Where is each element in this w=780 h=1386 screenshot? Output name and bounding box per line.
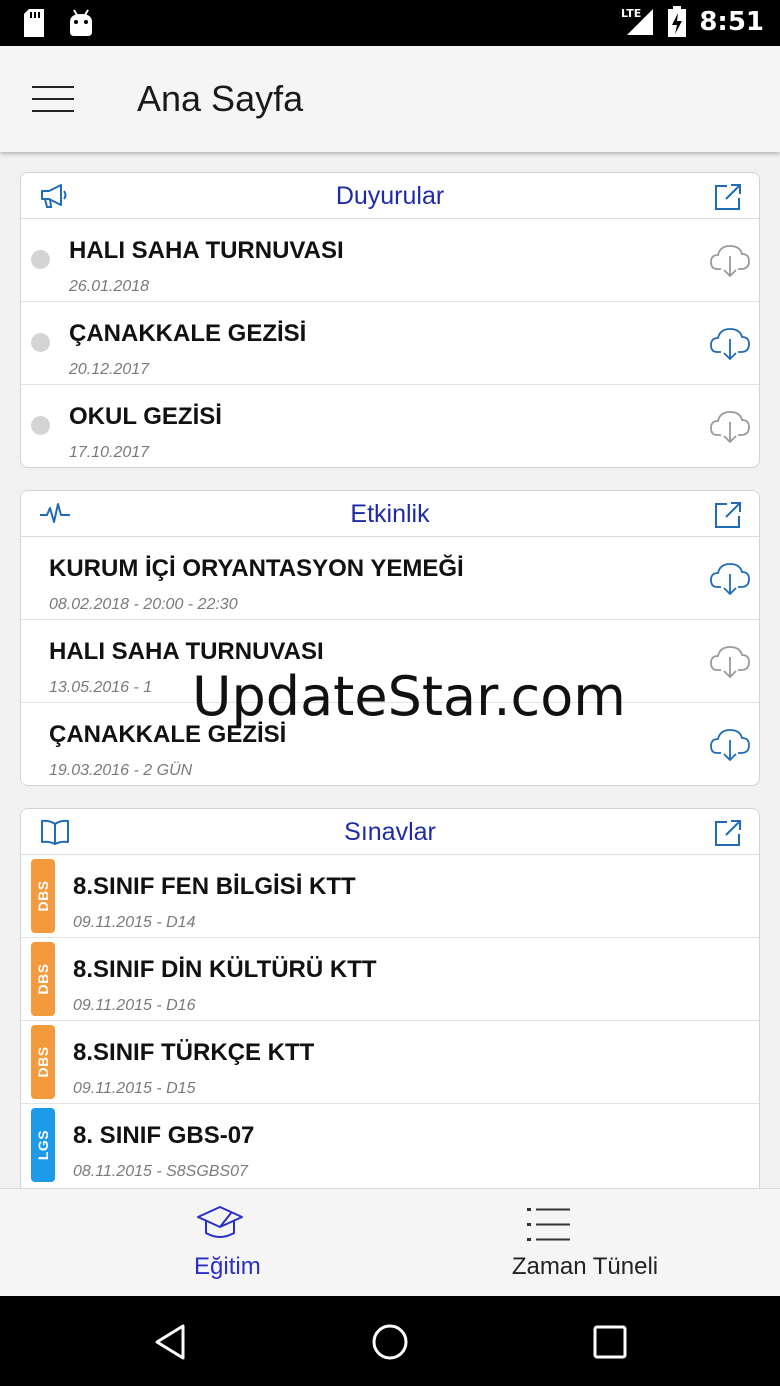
list-item[interactable]: HALI SAHA TURNUVASI 13.05.2016 - 1 (21, 620, 759, 703)
open-external-icon[interactable] (713, 818, 743, 848)
card-title: Etkinlik (350, 500, 430, 528)
item-title: 8.SINIF DİN KÜLTÜRÜ KTT (73, 956, 377, 983)
bottom-navigation: Eğitim Zaman Tüneli (0, 1188, 780, 1296)
list-item[interactable]: LGS 8. SINIF GBS-07 08.11.2015 - S8SGBS0… (21, 1104, 759, 1187)
android-icon (70, 9, 92, 36)
card-sinavlar: Sınavlar DBS 8.SINIF FEN BİLGİSİ KTT 09.… (20, 808, 760, 1188)
item-date: 19.03.2016 - 2 GÜN (49, 762, 193, 779)
list-item[interactable]: OKUL GEZİSİ 17.10.2017 (21, 385, 759, 467)
list-item[interactable]: DBS 8.SINIF FEN BİLGİSİ KTT 09.11.2015 -… (21, 855, 759, 938)
item-title: ÇANAKKALE GEZİSİ (49, 721, 287, 748)
item-date: 17.10.2017 (69, 444, 150, 461)
back-icon[interactable] (152, 1322, 192, 1362)
app-bar: Ana Sayfa (0, 46, 780, 152)
item-title: HALI SAHA TURNUVASI (49, 638, 324, 665)
hamburger-line (32, 110, 74, 112)
list-item[interactable]: ÇANAKKALE GEZİSİ 19.03.2016 - 2 GÜN (21, 703, 759, 785)
battery-charging-icon (668, 6, 687, 37)
cloud-download-icon[interactable] (709, 559, 751, 597)
tab-zaman-tuneli[interactable]: Zaman Tüneli (390, 1189, 780, 1297)
hamburger-icon (32, 86, 74, 88)
badge-label: DBS (35, 1046, 51, 1078)
cloud-download-icon[interactable] (709, 642, 751, 680)
item-date: 20.12.2017 (69, 361, 150, 378)
card-header: Sınavlar (21, 809, 759, 855)
item-title: OKUL GEZİSİ (69, 403, 222, 430)
item-date: 13.05.2016 - 1 (49, 679, 153, 696)
svg-text:LTE: LTE (621, 7, 641, 20)
exam-type-badge: DBS (31, 1025, 55, 1099)
item-date: 09.11.2015 - D15 (73, 1080, 196, 1097)
home-icon[interactable] (370, 1322, 410, 1362)
item-date: 09.11.2015 - D16 (73, 997, 196, 1014)
page-title: Ana Sayfa (137, 78, 304, 119)
cloud-download-icon[interactable] (709, 725, 751, 763)
tab-label: Zaman Tüneli (511, 1253, 659, 1280)
item-title: 8. SINIF GBS-07 (73, 1122, 255, 1149)
list-item[interactable]: HALI SAHA TURNUVASI 26.01.2018 (21, 219, 759, 302)
item-title: 8.SINIF TÜRKÇE KTT (73, 1039, 315, 1066)
card-title: Sınavlar (344, 818, 436, 846)
list-item[interactable]: KURUM İÇİ ORYANTASYON YEMEĞİ 08.02.2018 … (21, 537, 759, 620)
system-navigation-bar (0, 1296, 780, 1386)
card-etkinlik: Etkinlik KURUM İÇİ ORYANTASYON YEMEĞİ 08… (20, 490, 760, 786)
open-external-icon[interactable] (713, 182, 743, 212)
graduation-cap-icon (197, 1206, 243, 1238)
card-header: Etkinlik (21, 491, 759, 537)
item-title: HALI SAHA TURNUVASI (69, 237, 344, 264)
item-date: 08.11.2015 - S8SGBS07 (73, 1163, 248, 1180)
list-item[interactable]: DBS 8.SINIF DİN KÜLTÜRÜ KTT 09.11.2015 -… (21, 938, 759, 1021)
tab-label: Eğitim (194, 1253, 261, 1280)
badge-label: DBS (35, 963, 51, 995)
item-date: 08.02.2018 - 20:00 - 22:30 (49, 596, 238, 613)
unread-dot (31, 333, 50, 352)
hamburger-line (32, 98, 74, 100)
status-bar: LTE 8:51 (0, 0, 780, 46)
badge-label: DBS (35, 880, 51, 912)
exam-type-badge: LGS (31, 1108, 55, 1182)
list-item[interactable]: ÇANAKKALE GEZİSİ 20.12.2017 (21, 302, 759, 385)
menu-button[interactable] (28, 82, 76, 116)
card-duyurular: Duyurular HALI SAHA TURNUVASI 26.01.2018… (20, 172, 760, 468)
card-header: Duyurular (21, 173, 759, 219)
open-external-icon[interactable] (713, 500, 743, 530)
recent-apps-icon[interactable] (590, 1322, 630, 1362)
item-title: KURUM İÇİ ORYANTASYON YEMEĞİ (49, 555, 464, 582)
item-title: ÇANAKKALE GEZİSİ (69, 320, 307, 347)
cloud-download-icon[interactable] (709, 241, 751, 279)
cloud-download-icon[interactable] (709, 407, 751, 445)
badge-label: LGS (35, 1129, 51, 1161)
exam-type-badge: DBS (31, 859, 55, 933)
item-date: 26.01.2018 (69, 278, 150, 295)
item-date: 09.11.2015 - D14 (73, 914, 196, 931)
unread-dot (31, 250, 50, 269)
exam-type-badge: DBS (31, 942, 55, 1016)
item-title: 8.SINIF FEN BİLGİSİ KTT (73, 873, 356, 900)
tab-egitim[interactable]: Eğitim (35, 1189, 425, 1297)
list-icon (527, 1208, 570, 1241)
clock: 8:51 (699, 7, 764, 37)
cloud-download-icon[interactable] (709, 324, 751, 362)
lte-signal-icon: LTE (621, 7, 654, 35)
unread-dot (31, 416, 50, 435)
card-title: Duyurular (335, 182, 445, 210)
list-item[interactable]: DBS 8.SINIF TÜRKÇE KTT 09.11.2015 - D15 (21, 1021, 759, 1104)
main-content[interactable]: Duyurular HALI SAHA TURNUVASI 26.01.2018… (0, 152, 780, 1188)
sd-card-icon (24, 9, 44, 37)
